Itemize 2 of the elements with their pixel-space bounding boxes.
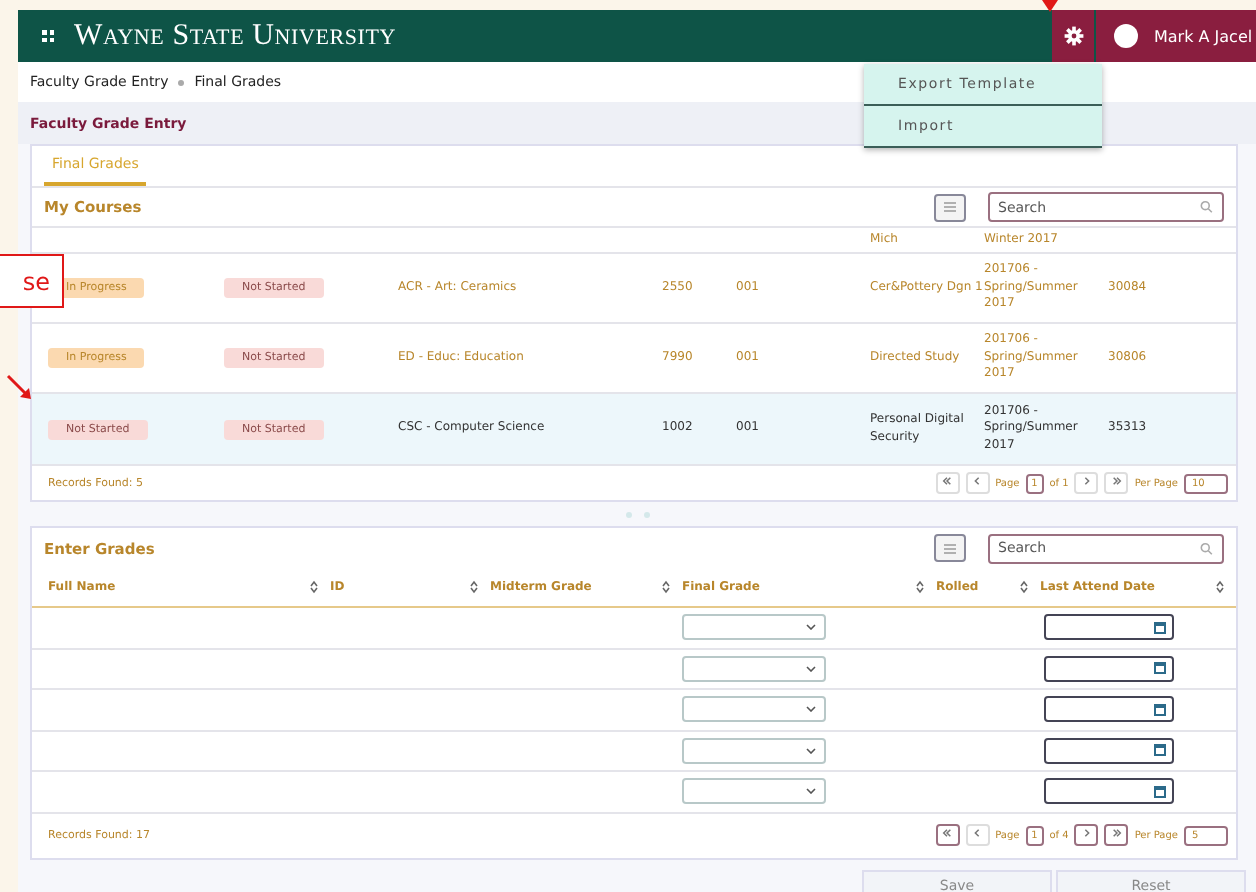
university-logo: Wayne State University xyxy=(74,19,397,53)
annotation-tooltip: se xyxy=(0,254,64,308)
